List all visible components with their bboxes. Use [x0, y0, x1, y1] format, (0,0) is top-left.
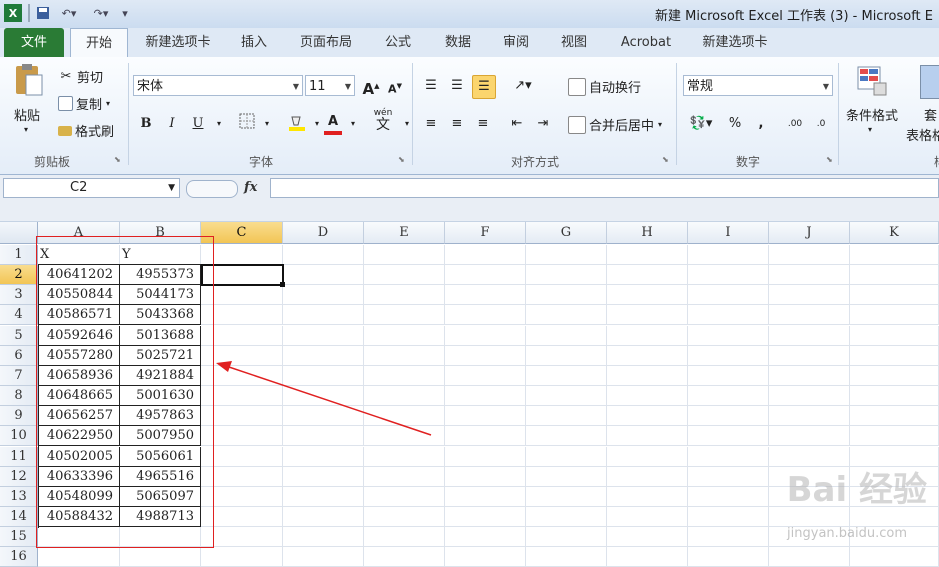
watermark-logo: Bai 经验	[786, 470, 927, 510]
watermark-url: jingyan.baidu.com	[787, 526, 907, 541]
